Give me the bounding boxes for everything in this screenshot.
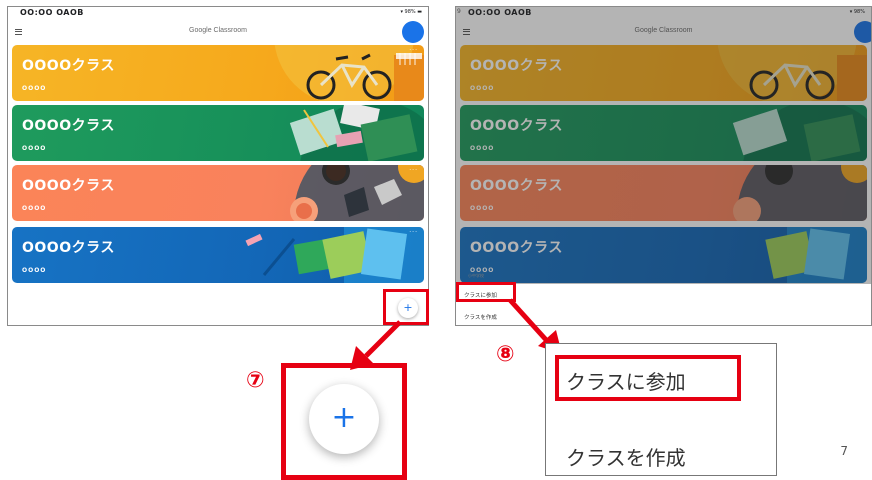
class-card[interactable]: OOOOクラス OOOO <box>12 105 424 161</box>
add-class-button-zoom[interactable]: + <box>309 384 379 454</box>
class-card[interactable]: OOOOクラス OOOO ··· <box>12 165 424 221</box>
class-name: OOOOクラス <box>22 240 115 256</box>
class-section: OOOO <box>22 267 47 274</box>
app-title: Google Classroom <box>189 27 247 34</box>
avatar[interactable] <box>854 21 871 43</box>
status-bar: OO:OO OAOB ▾ 98% ▬ <box>8 7 428 19</box>
class-name: OOOOクラス <box>22 178 115 194</box>
class-card[interactable]: OOOOクラス OOOO ··· <box>12 227 424 283</box>
create-class-zoom[interactable]: クラスを作成 <box>566 442 686 471</box>
class-card: OOOOクラス OOOO <box>460 105 867 161</box>
class-card: OOOOクラス OOOO <box>460 227 867 283</box>
class-name: OOOOクラス <box>22 118 115 134</box>
class-section: OOOO <box>470 145 495 152</box>
class-section: OOOO <box>470 205 495 212</box>
class-name: OOOOクラス <box>470 118 563 134</box>
more-options-icon[interactable]: ··· <box>409 167 418 174</box>
status-time: OO:OO OAOB <box>20 8 84 17</box>
books-illustration <box>289 105 424 161</box>
class-name: OOOOクラス <box>22 58 115 74</box>
bicycle-illustration <box>717 45 867 101</box>
battery-indicator: ▾ 98% <box>849 9 865 15</box>
step-8-label: ⑧ <box>496 342 515 367</box>
step-7-label: ⑦ <box>246 368 265 393</box>
class-section: OOOO <box>22 145 47 152</box>
battery-indicator: ▾ 98% ▬ <box>400 9 422 15</box>
avatar[interactable] <box>402 21 424 43</box>
more-options-icon[interactable]: ··· <box>409 229 418 236</box>
status-time: OO:OO OAOB <box>468 8 532 17</box>
highlight-join-zoom <box>555 355 741 401</box>
app-title: Google Classroom <box>634 27 693 34</box>
more-options-icon[interactable]: ··· <box>409 47 418 54</box>
coffee-illustration <box>290 165 424 221</box>
class-section: OOOO <box>22 205 47 212</box>
create-class-menu-item[interactable]: クラスを作成 <box>464 313 497 321</box>
class-name: OOOOクラス <box>470 58 563 74</box>
coffee-illustration <box>733 165 867 221</box>
status-bar: 9 OO:OO OAOB ▾ 98% <box>456 7 871 19</box>
class-card: OOOOクラス OOOO <box>460 165 867 221</box>
status-prefix: 9 <box>457 8 461 15</box>
class-card: OOOOクラス OOOO <box>460 45 867 101</box>
menu-hint: 小中学校 <box>468 273 484 278</box>
class-card[interactable]: OOOOクラス OOOO ··· <box>12 45 424 101</box>
class-section: OOOO <box>470 85 495 92</box>
notebooks-illustration <box>245 227 424 283</box>
class-name: OOOOクラス <box>470 240 563 256</box>
classroom-screen-right: 9 OO:OO OAOB ▾ 98% Google Classroom OOOO… <box>455 6 872 326</box>
class-section: OOOO <box>22 85 47 92</box>
page-number: 7 <box>840 444 848 458</box>
bicycle-illustration <box>274 45 424 101</box>
books-illustration <box>732 105 867 161</box>
classroom-screen-left: OO:OO OAOB ▾ 98% ▬ Google Classroom OOOO… <box>7 6 429 326</box>
notebooks-illustration <box>765 227 867 283</box>
class-name: OOOOクラス <box>470 178 563 194</box>
